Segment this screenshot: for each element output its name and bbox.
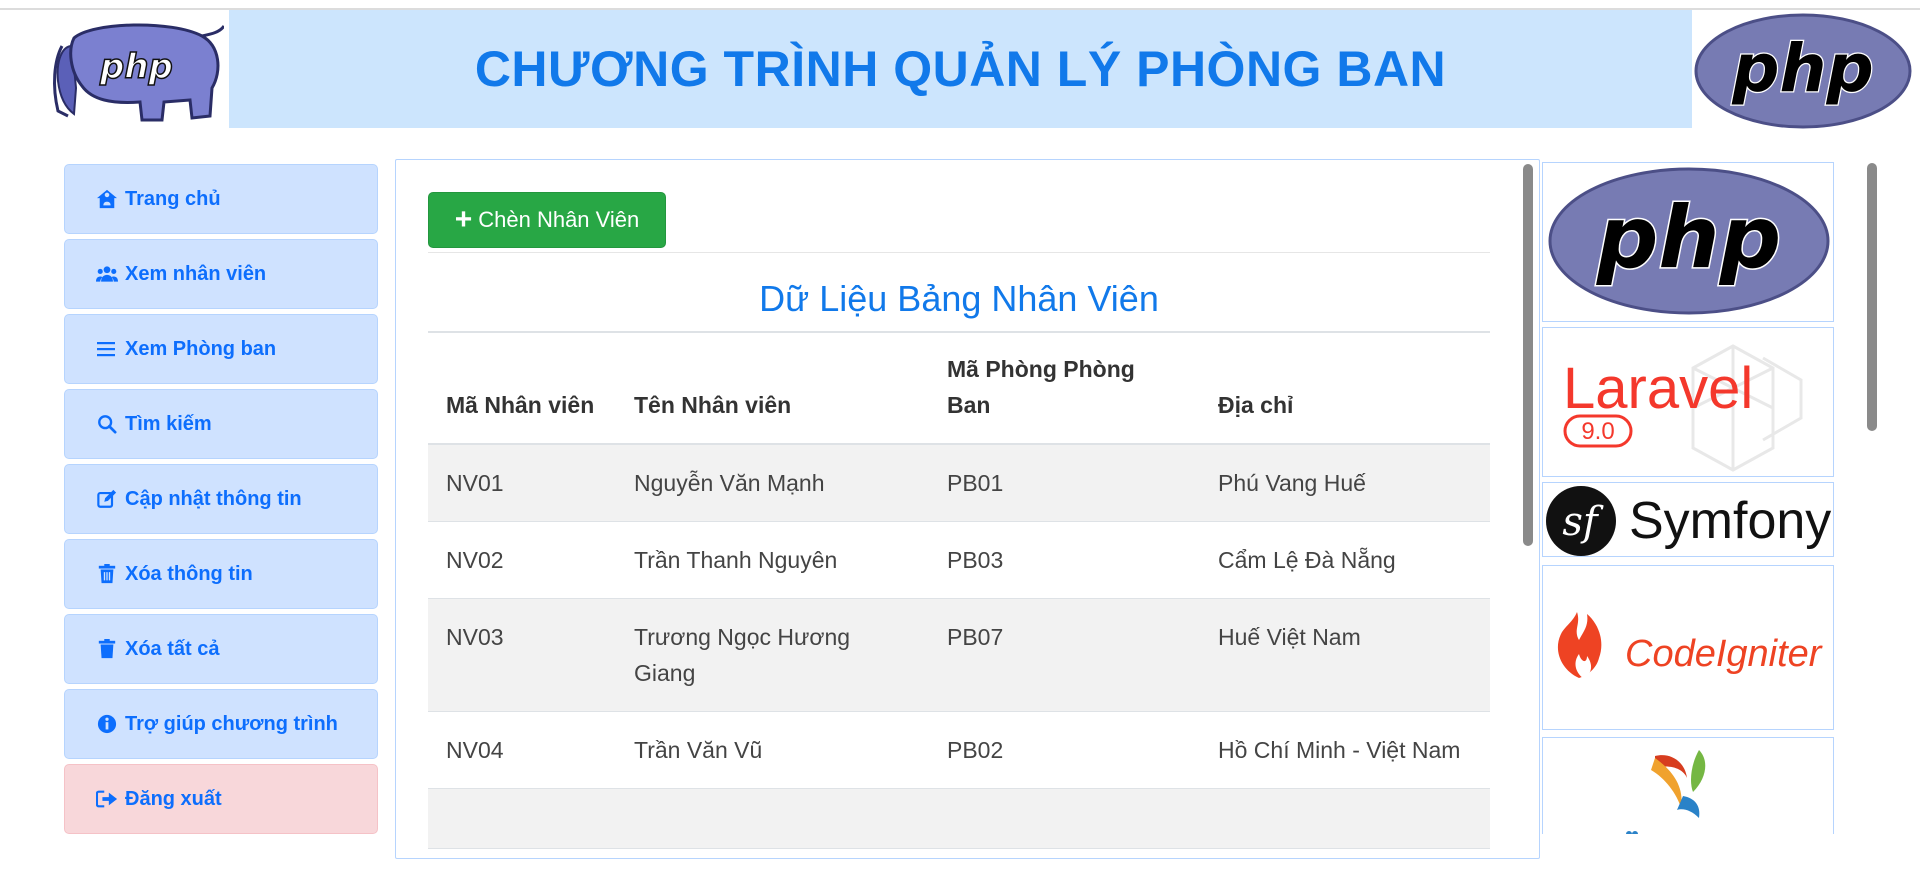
header: php CHƯƠNG TRÌNH QUẢN LÝ PHÒNG BAN php <box>0 10 1920 130</box>
codeigniter-logo-card: CodeIgniter <box>1542 565 1834 730</box>
sidebar-item-delete[interactable]: Xóa thông tin <box>64 539 378 609</box>
sidebar-item-logout[interactable]: Đăng xuất <box>64 764 378 834</box>
column-header: Mã Phòng Phòng Ban <box>929 333 1200 445</box>
add-employee-label: Chèn Nhân Viên <box>478 207 640 232</box>
cell-address: Huế Việt Nam <box>1200 598 1490 712</box>
sidebar-item-label: Xóa tất cả <box>125 637 220 660</box>
sidebar-item-search[interactable]: Tìm kiếm <box>64 389 378 459</box>
search-icon <box>95 413 119 435</box>
cell-name: Trần Văn Vũ <box>616 711 929 789</box>
symfony-logo-card: sf Symfony <box>1542 482 1834 557</box>
svg-text:9.0: 9.0 <box>1581 418 1614 445</box>
php-logo: php <box>1694 13 1912 129</box>
table-row <box>428 788 1490 849</box>
table-header-row: Mã Nhân viên Tên Nhân viên Mã Phòng Phòn… <box>428 333 1490 445</box>
cell-address: Phú Vang Huế <box>1200 444 1490 522</box>
sidebar-item-employees[interactable]: Xem nhân viên <box>64 239 378 309</box>
cell-department: PB07 <box>929 598 1200 712</box>
home-icon <box>95 188 119 210</box>
sidebar-item-label: Trợ giúp chương trình <box>125 712 338 735</box>
sidebar-item-delete-all[interactable]: Xóa tất cả <box>64 614 378 684</box>
cell-address: Cẩm Lệ Đà Nẵng <box>1200 521 1490 599</box>
table-title: Dữ Liệu Bảng Nhân Viên <box>759 278 1159 319</box>
php-elephant-logo: php <box>53 23 224 122</box>
cell-department: PB02 <box>929 711 1200 789</box>
add-employee-button[interactable]: + Chèn Nhân Viên <box>428 192 666 248</box>
sidebar-item-home[interactable]: Trang chủ <box>64 164 378 234</box>
cell-id: NV03 <box>428 598 616 712</box>
page-scrollbar[interactable] <box>1867 163 1877 431</box>
main-panel: + Chèn Nhân Viên Dữ Liệu Bảng Nhân Viên … <box>395 159 1540 859</box>
sidebar-item-label: Xóa thông tin <box>125 562 253 585</box>
divider <box>428 252 1490 253</box>
sidebar-item-label: Xem Phòng ban <box>125 337 277 360</box>
cell-address: Hồ Chí Minh - Việt Nam <box>1200 711 1490 789</box>
laravel-logo-icon: Laravel 9.0 <box>1563 344 1803 472</box>
column-header: Tên Nhân viên <box>616 333 929 445</box>
sidebar-item-help[interactable]: Trợ giúp chương trình <box>64 689 378 759</box>
users-icon <box>95 263 119 285</box>
cell-department: PB03 <box>929 521 1200 599</box>
cell-name: Trương Ngọc Hương Giang <box>616 598 929 712</box>
employee-table: Mã Nhân viên Tên Nhân viên Mã Phòng Phòn… <box>428 333 1490 849</box>
svg-text:CodeIgniter: CodeIgniter <box>1625 633 1823 675</box>
main-scrollbar[interactable] <box>1523 164 1533 546</box>
svg-text:php: php <box>1731 30 1873 107</box>
header-banner: CHƯƠNG TRÌNH QUẢN LÝ PHÒNG BAN <box>229 10 1692 128</box>
trash-icon <box>95 563 119 585</box>
cell-id: NV04 <box>428 711 616 789</box>
list-icon <box>95 338 119 360</box>
column-header: Địa chỉ <box>1200 333 1490 445</box>
column-header: Mã Nhân viên <box>428 333 616 445</box>
cell-id: NV01 <box>428 444 616 522</box>
sidebar-item-label: Đăng xuất <box>125 787 222 810</box>
sidebar-item-label: Tìm kiếm <box>125 412 212 435</box>
trash-full-icon <box>95 638 119 660</box>
sidebar-item-update[interactable]: Cập nhật thông tin <box>64 464 378 534</box>
logout-icon <box>95 788 119 810</box>
php-logo-card: php <box>1542 162 1834 322</box>
cell-name: Trần Thanh Nguyên <box>616 521 929 599</box>
table-row: NV02 Trần Thanh Nguyên PB03 Cẩm Lệ Đà Nẵ… <box>428 521 1490 599</box>
plus-icon: + <box>454 203 473 236</box>
info-icon <box>95 713 119 735</box>
svg-text:Laravel: Laravel <box>1563 356 1753 421</box>
sidebar-item-label: Trang chủ <box>125 187 221 210</box>
framework-logos: php Laravel 9.0 sf Symfony CodeIgniter <box>1542 162 1834 834</box>
cell-name: Nguyễn Văn Mạnh <box>616 444 929 522</box>
symfony-logo-icon: sf Symfony <box>1546 486 1831 556</box>
sidebar-item-departments[interactable]: Xem Phòng ban <box>64 314 378 384</box>
edit-icon <box>95 488 119 510</box>
cell-id: NV02 <box>428 521 616 599</box>
svg-text:Symfony: Symfony <box>1629 492 1831 550</box>
yii-logo-icon <box>1626 750 1706 834</box>
table-row: NV03 Trương Ngọc Hương Giang PB07 Huế Vi… <box>428 598 1490 712</box>
svg-text:php: php <box>99 47 173 87</box>
laravel-logo-card: Laravel 9.0 <box>1542 327 1834 477</box>
table-row: NV01 Nguyễn Văn Mạnh PB01 Phú Vang Huế <box>428 444 1490 522</box>
sidebar-item-label: Xem nhân viên <box>125 262 267 285</box>
codeigniter-logo-icon: CodeIgniter <box>1557 612 1823 678</box>
table-row: NV04 Trần Văn Vũ PB02 Hồ Chí Minh - Việt… <box>428 711 1490 789</box>
cell-department: PB01 <box>929 444 1200 522</box>
page-title: CHƯƠNG TRÌNH QUẢN LÝ PHÒNG BAN <box>474 41 1447 97</box>
svg-text:sf: sf <box>1562 499 1604 545</box>
php-logo-icon: php <box>1548 167 1830 315</box>
yii-logo-card <box>1542 737 1834 834</box>
svg-text:php: php <box>1596 188 1781 288</box>
sidebar-nav: Trang chủ Xem nhân viên Xem Phòng ban Tì… <box>64 164 378 839</box>
sidebar-item-label: Cập nhật thông tin <box>125 487 302 510</box>
